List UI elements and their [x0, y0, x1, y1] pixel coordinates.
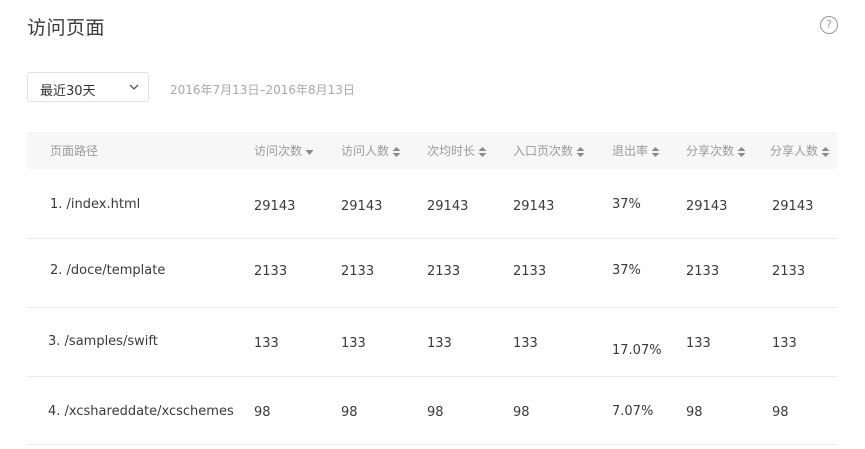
sharers-cell: 133: [772, 336, 797, 351]
path-cell[interactable]: 3. /samples/swift: [48, 334, 158, 349]
avg-duration-cell: 29143: [427, 199, 469, 214]
exit-rate-cell: 7.07%: [612, 404, 654, 419]
shares-cell: 133: [686, 336, 711, 351]
page-title: 访问页面: [27, 17, 106, 39]
shares-cell: 29143: [686, 199, 728, 214]
date-range-text: 2016年7月13日–2016年8月13日: [170, 83, 355, 97]
avg-duration-cell: 133: [427, 336, 452, 351]
visitors-cell: 133: [341, 336, 366, 351]
column-header-avg-duration[interactable]: 次均时长: [427, 142, 487, 159]
visitors-cell: 29143: [341, 199, 383, 214]
column-header-sharers[interactable]: 分享人数: [770, 142, 830, 159]
sort-icon: [478, 146, 487, 157]
sort-icon: [737, 146, 746, 157]
visitors-cell: 2133: [341, 264, 375, 279]
visits-cell: 29143: [254, 199, 296, 214]
sort-icon: [821, 146, 830, 157]
avg-duration-cell: 98: [427, 405, 444, 420]
path-cell[interactable]: 4. /xcshareddate/xcschemes: [48, 404, 234, 419]
path-cell[interactable]: 1. /index.html: [50, 197, 140, 212]
column-header-entry-count[interactable]: 入口页次数: [513, 142, 585, 159]
path-cell[interactable]: 2. /doce/template: [50, 263, 165, 278]
exit-rate-cell: 17.07%: [612, 343, 662, 358]
column-header-exit-rate[interactable]: 退出率: [612, 142, 660, 159]
entry-count-cell: 133: [513, 336, 538, 351]
visits-cell: 133: [254, 336, 279, 351]
date-range-select-label: 最近30天: [40, 84, 96, 99]
exit-rate-cell: 37%: [612, 197, 641, 212]
sort-icon: [651, 146, 660, 157]
shares-cell: 98: [686, 405, 703, 420]
help-icon[interactable]: ?: [820, 16, 838, 34]
shares-cell: 2133: [686, 264, 720, 279]
date-range-select[interactable]: 最近30天: [27, 72, 149, 102]
entry-count-cell: 2133: [513, 264, 547, 279]
sharers-cell: 98: [772, 405, 789, 420]
column-header-shares[interactable]: 分享次数: [686, 142, 746, 159]
column-header-path: 页面路径: [50, 144, 99, 158]
column-header-visits[interactable]: 访问次数: [254, 142, 314, 159]
row-divider: [27, 444, 837, 445]
sharers-cell: 2133: [772, 264, 806, 279]
visits-cell: 2133: [254, 264, 288, 279]
sharers-cell: 29143: [772, 199, 814, 214]
entry-count-cell: 98: [513, 405, 530, 420]
avg-duration-cell: 2133: [427, 264, 461, 279]
entry-count-cell: 29143: [513, 199, 555, 214]
sort-icon: [392, 146, 401, 157]
visitors-cell: 98: [341, 405, 358, 420]
sort-desc-icon: [305, 149, 314, 155]
exit-rate-cell: 37%: [612, 263, 641, 278]
chevron-down-icon: [129, 84, 139, 90]
visits-cell: 98: [254, 405, 271, 420]
column-header-visitors[interactable]: 访问人数: [341, 142, 401, 159]
sort-icon: [576, 146, 585, 157]
